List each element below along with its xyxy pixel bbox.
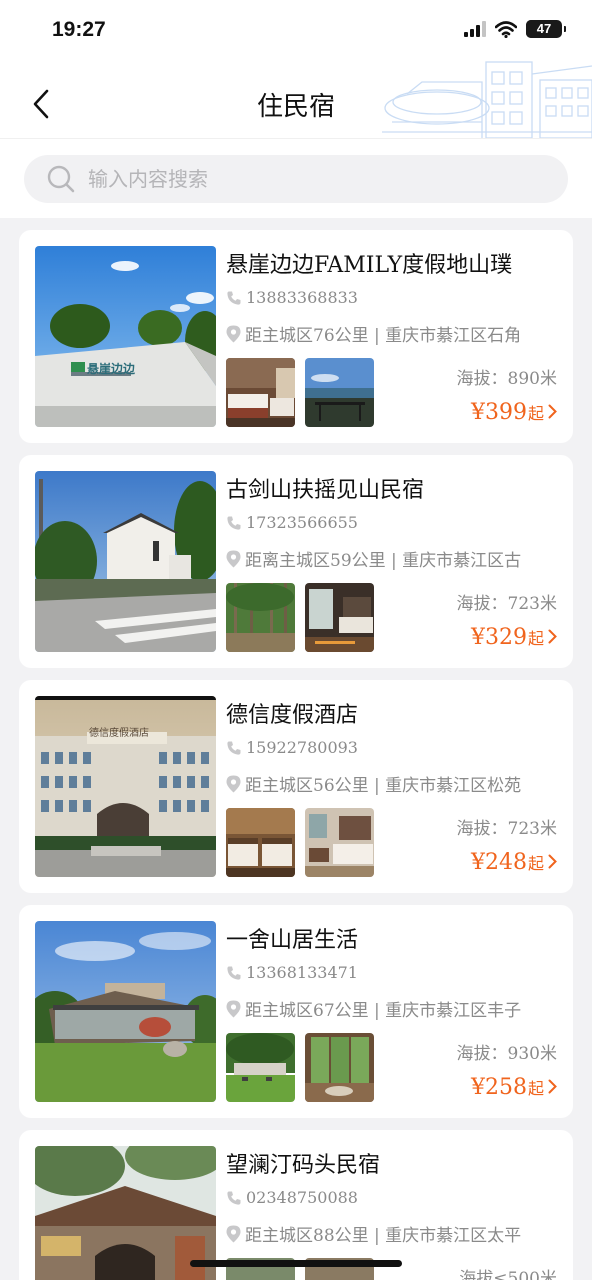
top-bar: 19:27 47 住民宿 xyxy=(0,0,592,138)
search-box[interactable] xyxy=(24,155,568,203)
battery-icon: 47 xyxy=(526,20,566,38)
listing-main-photo[interactable]: 悬崖边边 xyxy=(35,246,216,427)
listing-price[interactable]: ¥399 起 xyxy=(471,400,557,425)
listing-location: 距主城区76公里 | 重庆市綦江区石角 xyxy=(226,321,556,346)
listing-main-photo[interactable] xyxy=(35,1146,216,1280)
chevron-right-icon xyxy=(548,1079,557,1094)
listing-sign-text: 悬崖边边 xyxy=(87,362,136,376)
phone-icon xyxy=(227,516,241,530)
listing-name: 一舍山居生活 xyxy=(226,928,359,953)
listing-price-value: ¥329 xyxy=(470,625,527,650)
listing-price-value: ¥248 xyxy=(470,850,527,875)
listing-location: 距主城区56公里 | 重庆市綦江区松苑 xyxy=(226,771,556,796)
listing-phone[interactable]: 17323566655 xyxy=(226,513,358,532)
listing-card[interactable]: 一舍山居生活 13368133471 距主城区67公里 | 重庆市綦江区丰子 海… xyxy=(19,905,573,1118)
listing-sign-text: 德信度假酒店 xyxy=(89,728,149,739)
phone-icon xyxy=(227,291,241,305)
listing-card[interactable]: 悬崖边边 悬崖边边FAMILY度假地山璞 13883368833 距主城区76公… xyxy=(19,230,573,443)
listing-location-text: 距主城区88公里 | 重庆市綦江区太平 xyxy=(245,1226,522,1246)
listing-card[interactable]: 德信度假酒店 德信度假酒店 15922780093 距主城区56公里 | 重庆市… xyxy=(19,680,573,893)
listing-name: 悬崖边边FAMILY度假地山璞 xyxy=(226,253,513,278)
listing-phone-number: 17323566655 xyxy=(246,513,358,532)
listing-thumbnail[interactable] xyxy=(226,1033,295,1102)
cellular-signal-icon xyxy=(464,21,486,37)
listing-thumbnail[interactable] xyxy=(305,583,374,652)
listing-altitude: 海拔：890米 xyxy=(456,369,557,389)
listing-location-text: 距主城区56公里 | 重庆市綦江区松苑 xyxy=(245,776,522,796)
search-icon xyxy=(47,165,75,193)
listing-price-value: ¥399 xyxy=(470,400,527,425)
location-pin-icon xyxy=(226,775,241,792)
status-time: 19:27 xyxy=(52,18,106,41)
listing-phone-number: 02348750088 xyxy=(246,1188,358,1207)
location-pin-icon xyxy=(226,1000,241,1017)
listing-thumbnail[interactable] xyxy=(305,808,374,877)
battery-percentage: 47 xyxy=(536,21,552,36)
chevron-right-icon xyxy=(548,404,557,419)
listing-thumbnail[interactable] xyxy=(226,358,295,427)
listing-name: 望澜汀码头民宿 xyxy=(226,1153,381,1178)
listing-thumbnail[interactable] xyxy=(305,358,374,427)
listing-thumbnail[interactable] xyxy=(226,808,295,877)
phone-icon xyxy=(227,741,241,755)
listing-phone-number: 13883368833 xyxy=(246,288,358,307)
listing-name: 古剑山扶摇见山民宿 xyxy=(226,478,425,503)
listing-phone[interactable]: 13883368833 xyxy=(226,288,358,307)
phone-icon xyxy=(227,1191,241,1205)
chevron-right-icon xyxy=(548,854,557,869)
phone-icon xyxy=(227,966,241,980)
home-indicator[interactable] xyxy=(190,1260,402,1267)
listing-phone[interactable]: 13368133471 xyxy=(226,963,358,982)
listing-location-text: 距主城区76公里 | 重庆市綦江区石角 xyxy=(245,326,522,346)
chevron-right-icon xyxy=(548,629,557,644)
listing-phone-number: 13368133471 xyxy=(246,963,358,982)
page-title: 住民宿 xyxy=(256,92,335,122)
listing-card[interactable]: 望澜汀码头民宿 02348750088 距主城区88公里 | 重庆市綦江区太平 … xyxy=(19,1130,573,1280)
location-pin-icon xyxy=(226,325,241,342)
listing-thumbnail[interactable] xyxy=(305,1033,374,1102)
listing-main-photo[interactable] xyxy=(35,921,216,1102)
listing-altitude: 海拔：723米 xyxy=(456,819,557,839)
listing-price-value: ¥258 xyxy=(470,1075,527,1100)
listing-phone[interactable]: 02348750088 xyxy=(226,1188,358,1207)
listing-altitude: 海拔：930米 xyxy=(456,1044,557,1064)
listing-price-suffix: 起 xyxy=(527,404,544,423)
listing-price-suffix: 起 xyxy=(527,629,544,648)
listing-location-text: 距主城区67公里 | 重庆市綦江区丰子 xyxy=(245,1001,522,1021)
listing-card[interactable]: 古剑山扶摇见山民宿 17323566655 距离主城区59公里 | 重庆市綦江区… xyxy=(19,455,573,668)
wifi-icon xyxy=(495,20,517,38)
listing-price[interactable]: ¥258 起 xyxy=(471,1075,557,1100)
listing-location: 距离主城区59公里 | 重庆市綦江区古 xyxy=(226,546,556,571)
listing-name: 德信度假酒店 xyxy=(226,703,359,728)
listing-main-photo[interactable] xyxy=(35,471,216,652)
listing-altitude: 海拔：723米 xyxy=(456,594,557,614)
search-area xyxy=(0,138,592,218)
listing-location: 距主城区88公里 | 重庆市綦江区太平 xyxy=(226,1221,556,1246)
listing-phone-number: 15922780093 xyxy=(246,738,358,757)
listing-main-photo[interactable]: 德信度假酒店 xyxy=(35,696,216,877)
listing-location: 距主城区67公里 | 重庆市綦江区丰子 xyxy=(226,996,556,1021)
listing-price-suffix: 起 xyxy=(527,854,544,873)
listing-phone[interactable]: 15922780093 xyxy=(226,738,358,757)
listing-price[interactable]: ¥248 起 xyxy=(471,850,557,875)
listing-location-text: 距离主城区59公里 | 重庆市綦江区古 xyxy=(245,551,522,571)
location-pin-icon xyxy=(226,1225,241,1242)
status-icons: 47 xyxy=(464,20,566,38)
listing-price[interactable]: ¥329 起 xyxy=(471,625,557,650)
listing-price-suffix: 起 xyxy=(527,1079,544,1098)
listing-altitude: 海拔≤500米 xyxy=(459,1269,557,1280)
search-input[interactable] xyxy=(88,167,528,191)
location-pin-icon xyxy=(226,550,241,567)
listing-thumbnail[interactable] xyxy=(226,583,295,652)
